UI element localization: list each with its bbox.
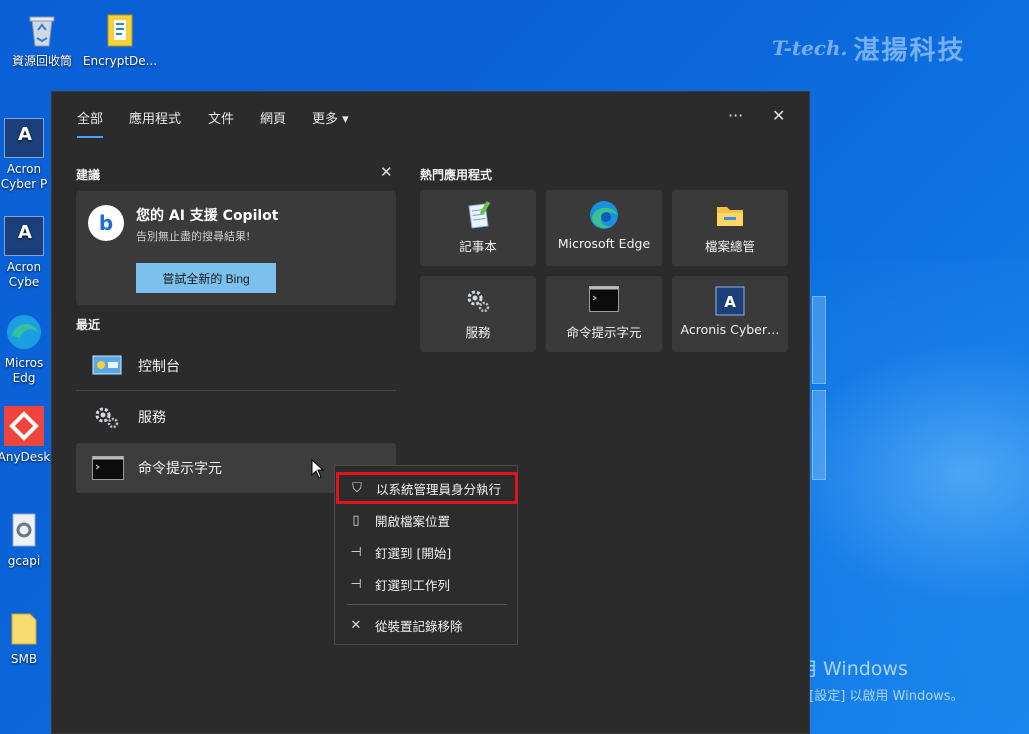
- app-tile-label: 檔案總管: [704, 239, 755, 254]
- dismiss-suggestions-button[interactable]: ✕: [380, 163, 393, 181]
- recent-item-services[interactable]: 服務: [76, 393, 396, 441]
- notepad-icon: [463, 200, 493, 230]
- tab-more[interactable]: 更多 ▾: [312, 108, 349, 127]
- app-tile-file-explorer[interactable]: 檔案總管: [672, 190, 788, 266]
- acronis-icon: A: [4, 118, 44, 158]
- shield-icon: ⛉: [352, 480, 362, 496]
- app-tile-label: 記事本: [459, 239, 497, 254]
- tab-web[interactable]: 網頁: [260, 108, 286, 127]
- recycle-bin-icon: [22, 10, 62, 50]
- desktop-icon-acronis-2[interactable]: A Acron Cybe: [0, 216, 52, 290]
- app-tile-services[interactable]: 服務: [420, 276, 536, 352]
- menu-item-label: 開啟檔案位置: [375, 513, 451, 529]
- app-tile-label: 命令提示字元: [566, 325, 642, 340]
- close-panel-button[interactable]: ✕: [772, 106, 785, 125]
- menu-item-open-file-location[interactable]: ▯ 開啟檔案位置: [335, 505, 517, 535]
- app-tile-label: Microsoft Edge: [557, 236, 651, 251]
- top-apps-title: 熱門應用程式: [420, 168, 493, 182]
- watermark: T-tech. 湛揚科技: [772, 20, 1022, 76]
- desktop-icon-recycle-bin[interactable]: 資源回收筒: [4, 10, 80, 69]
- recent-item-label: 服務: [138, 410, 166, 426]
- app-tile-label: 服務: [465, 325, 491, 340]
- menu-item-label: 以系統管理員身分執行: [376, 481, 502, 497]
- watermark-logo: T-tech.: [772, 36, 848, 60]
- menu-item-pin-to-start[interactable]: ⊣ 釘選到 [開始]: [335, 537, 517, 567]
- recent-item-label: 命令提示字元: [138, 461, 222, 477]
- search-tabs: 全部 應用程式 文件 網頁 更多 ▾ ··· ✕: [52, 92, 809, 142]
- menu-item-label: 釘選到工作列: [375, 577, 451, 593]
- windows-logo-pane: [812, 296, 826, 384]
- recent-divider: [76, 390, 396, 391]
- try-bing-button[interactable]: 嘗試全新的 Bing: [136, 263, 276, 293]
- file-explorer-icon: [715, 200, 745, 230]
- tab-documents[interactable]: 文件: [208, 108, 234, 127]
- app-tile-edge[interactable]: Microsoft Edge: [546, 190, 662, 266]
- context-menu: ⛉ 以系統管理員身分執行 ▯ 開啟檔案位置 ⊣ 釘選到 [開始] ⊣ 釘選到工作…: [334, 465, 518, 645]
- svg-text:A: A: [724, 293, 736, 311]
- desktop-icon-gcapi[interactable]: gcapi: [0, 510, 52, 569]
- watermark-text: 湛揚科技: [853, 35, 966, 66]
- acronis-icon: A: [715, 286, 745, 316]
- pin-icon: ⊣: [350, 576, 362, 592]
- desktop-icon-label: AnyDesk: [0, 450, 51, 464]
- acronis-icon: A: [4, 216, 44, 256]
- gear-file-icon: [4, 510, 44, 550]
- edge-icon: [589, 200, 619, 230]
- app-tile-acronis[interactable]: A Acronis Cyber…: [672, 276, 788, 352]
- recent-title: 最近: [76, 318, 101, 332]
- menu-item-label: 從裝置記錄移除: [375, 618, 463, 634]
- app-tile-notepad[interactable]: 記事本: [420, 190, 536, 266]
- desktop-icon-anydesk[interactable]: AnyDesk: [0, 406, 52, 465]
- app-tile-label: Acronis Cyber…: [680, 322, 780, 337]
- suggestions-title: 建議: [76, 168, 101, 182]
- app-tile-command-prompt[interactable]: 命令提示字元: [546, 276, 662, 352]
- menu-separator: [347, 604, 507, 605]
- pin-icon: ⊣: [350, 544, 362, 560]
- desktop-icon-label: Acron Cyber P: [0, 162, 48, 191]
- menu-item-remove-from-history[interactable]: ✕ 從裝置記錄移除: [335, 610, 517, 640]
- desktop-icon-label: 資源回收筒: [11, 54, 72, 68]
- services-gear-icon: [92, 405, 126, 429]
- copilot-suggestion-card[interactable]: b 您的 AI 支援 Copilot 告別無止盡的搜尋結果! 嘗試全新的 Bin…: [76, 191, 396, 305]
- menu-item-pin-to-taskbar[interactable]: ⊣ 釘選到工作列: [335, 569, 517, 599]
- open-folder-icon: ▯: [352, 512, 360, 528]
- suggestion-title: 您的 AI 支援 Copilot: [136, 208, 279, 224]
- windows-logo-pane: [812, 390, 826, 480]
- tab-all[interactable]: 全部: [77, 108, 104, 138]
- desktop-icon-acronis-1[interactable]: A Acron Cyber P: [0, 118, 52, 192]
- remove-icon: ✕: [350, 617, 362, 633]
- desktop-icon-label: EncryptDe...: [82, 54, 158, 68]
- edge-icon: [4, 312, 44, 352]
- desktop-icon-label: Micros Edg: [4, 356, 44, 385]
- tab-apps[interactable]: 應用程式: [129, 108, 181, 127]
- menu-item-run-as-admin[interactable]: ⛉ 以系統管理員身分執行: [336, 472, 518, 504]
- desktop-icon-encrypt[interactable]: EncryptDe...: [82, 10, 158, 69]
- recent-item-control-panel[interactable]: 控制台: [76, 342, 396, 390]
- bing-logo-icon: b: [88, 205, 124, 241]
- desktop-left-icons: A Acron Cyber P A Acron Cybe Micros Edg …: [0, 100, 52, 734]
- desktop-icon-label: gcapi: [7, 554, 41, 568]
- mouse-cursor-icon: [311, 458, 325, 483]
- desktop-icon-edge[interactable]: Micros Edg: [0, 312, 52, 386]
- desktop-icon-label: SMB: [10, 652, 38, 666]
- anydesk-icon: [4, 406, 44, 446]
- recent-item-label: 控制台: [138, 359, 180, 375]
- control-panel-icon: [92, 354, 126, 378]
- services-gear-icon: [463, 286, 493, 316]
- cmd-icon: [92, 456, 126, 480]
- more-options-button[interactable]: ···: [728, 106, 743, 125]
- desktop-icon-smb[interactable]: SMB: [0, 608, 52, 667]
- menu-item-label: 釘選到 [開始]: [375, 545, 452, 561]
- desktop-icon-label: Acron Cybe: [6, 260, 42, 289]
- folder-icon: [4, 608, 44, 648]
- suggestion-subtitle: 告別無止盡的搜尋結果!: [136, 230, 251, 243]
- encrypt-app-icon: [100, 10, 140, 50]
- cmd-icon: [589, 286, 619, 316]
